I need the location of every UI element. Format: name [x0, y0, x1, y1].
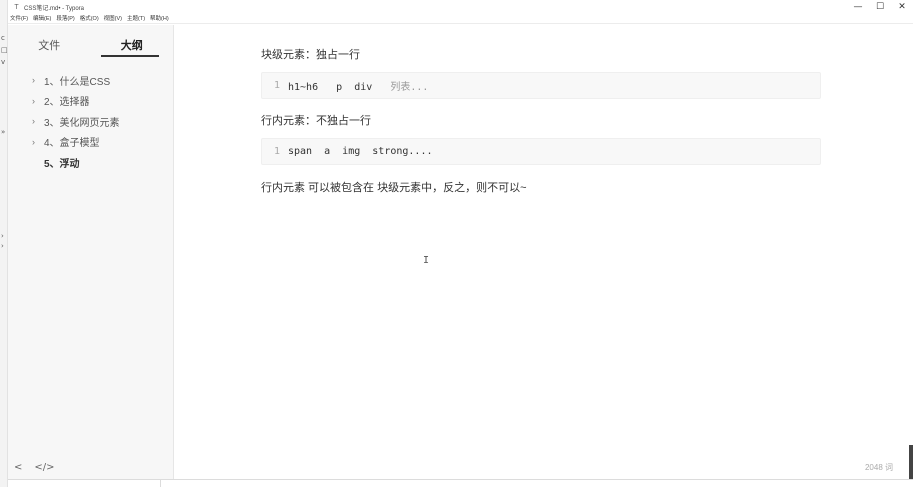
bg-glyph: □ — [1, 46, 8, 54]
word-count[interactable]: 2048 词 — [865, 462, 893, 473]
outline-item-box-model[interactable]: › 4、盒子模型 — [8, 132, 173, 153]
scrollbar-thumb[interactable] — [909, 445, 913, 479]
bg-glyph: c — [1, 34, 5, 42]
outline-item-label: 3、美化网页元素 — [44, 117, 120, 129]
outline-item-selectors[interactable]: › 2、选择器 — [8, 91, 173, 112]
divider — [160, 480, 161, 487]
sidebar-footer: < </> — [8, 455, 174, 479]
menu-bar: 文件(F) 编辑(E) 段落(P) 格式(O) 视图(V) 主题(T) 帮助(H… — [8, 15, 913, 24]
window-title: CSS笔记.md• - Typora — [24, 6, 85, 12]
code-block-2[interactable]: 1 span a img strong.... — [261, 138, 821, 165]
maximize-button[interactable]: ☐ — [869, 0, 891, 15]
minimize-button[interactable]: — — [847, 0, 869, 15]
outline-item-beautify[interactable]: › 3、美化网页元素 — [8, 111, 173, 132]
bg-glyph: › — [1, 242, 4, 250]
outline-item-float[interactable]: › 5、浮动 — [8, 152, 173, 173]
window-controls: — ☐ ✕ — [847, 0, 913, 15]
paragraph-block-elements[interactable]: 块级元素：独占一行 — [261, 46, 360, 62]
editor-area[interactable]: 块级元素：独占一行 1 h1~h6 p div 列表... 行内元素：不独占一行… — [174, 25, 913, 479]
outline-item-label: 2、选择器 — [44, 97, 90, 109]
text-cursor-icon: I — [423, 255, 430, 266]
menu-file[interactable]: 文件(F) — [10, 15, 28, 24]
title-bar[interactable]: T CSS笔记.md• - Typora — ☐ ✕ — [8, 0, 913, 15]
menu-edit[interactable]: 编辑(E) — [33, 15, 51, 24]
code-line[interactable]: h1~h6 p div 列表... — [288, 78, 428, 93]
line-number: 1 — [273, 146, 280, 157]
typora-window: T CSS笔记.md• - Typora — ☐ ✕ 文件(F) 编辑(E) 段… — [8, 0, 913, 487]
sidebar: 文件 大纲 › 1、什么是CSS › 2、选择器 › 3、美化网页元素 › 4、… — [8, 25, 174, 479]
bg-glyph: v — [1, 58, 6, 66]
outline-item-label: 4、盒子模型 — [44, 138, 100, 150]
outline-list: › 1、什么是CSS › 2、选择器 › 3、美化网页元素 › 4、盒子模型 ›… — [8, 63, 173, 173]
background-app-strip: c □ v » › › — [0, 0, 8, 487]
tab-outline[interactable]: 大纲 — [91, 25, 174, 63]
chevron-right-icon[interactable]: › — [32, 96, 42, 106]
chevron-right-icon[interactable]: › — [32, 137, 42, 147]
chevron-right-icon[interactable]: › — [32, 75, 42, 85]
menu-theme[interactable]: 主题(T) — [127, 15, 145, 24]
code-block-1[interactable]: 1 h1~h6 p div 列表... — [261, 72, 821, 99]
paragraph-inline-elements[interactable]: 行内元素：不独占一行 — [261, 112, 371, 128]
toggle-sidebar-icon[interactable]: < — [14, 462, 22, 473]
outline-item-what-is-css[interactable]: › 1、什么是CSS — [8, 70, 173, 91]
source-code-mode-icon[interactable]: </> — [34, 462, 54, 473]
menu-view[interactable]: 视图(V) — [104, 15, 122, 24]
bg-glyph: » — [1, 128, 6, 136]
menu-paragraph[interactable]: 段落(P) — [56, 15, 74, 24]
paragraph-inline-in-block[interactable]: 行内元素 可以被包含在 块级元素中，反之，则不可以~ — [261, 179, 527, 195]
code-text-muted: 列表... — [390, 82, 429, 93]
bg-glyph: › — [1, 232, 4, 240]
outline-item-label: 5、浮动 — [44, 158, 80, 170]
outline-item-label: 1、什么是CSS — [44, 76, 111, 88]
close-button[interactable]: ✕ — [891, 0, 913, 15]
sidebar-tabs: 文件 大纲 — [8, 25, 173, 63]
chevron-right-icon[interactable]: › — [32, 116, 42, 126]
line-number: 1 — [273, 80, 280, 91]
menu-help[interactable]: 帮助(H) — [150, 15, 169, 24]
editor-scrollbar[interactable] — [909, 25, 913, 479]
tab-files[interactable]: 文件 — [8, 25, 91, 63]
menu-format[interactable]: 格式(O) — [80, 15, 99, 24]
typora-app-icon: T — [14, 4, 19, 11]
code-line[interactable]: span a img strong.... — [288, 146, 433, 157]
window-bottom-edge — [8, 479, 913, 487]
code-text: h1~h6 p div — [288, 82, 391, 93]
